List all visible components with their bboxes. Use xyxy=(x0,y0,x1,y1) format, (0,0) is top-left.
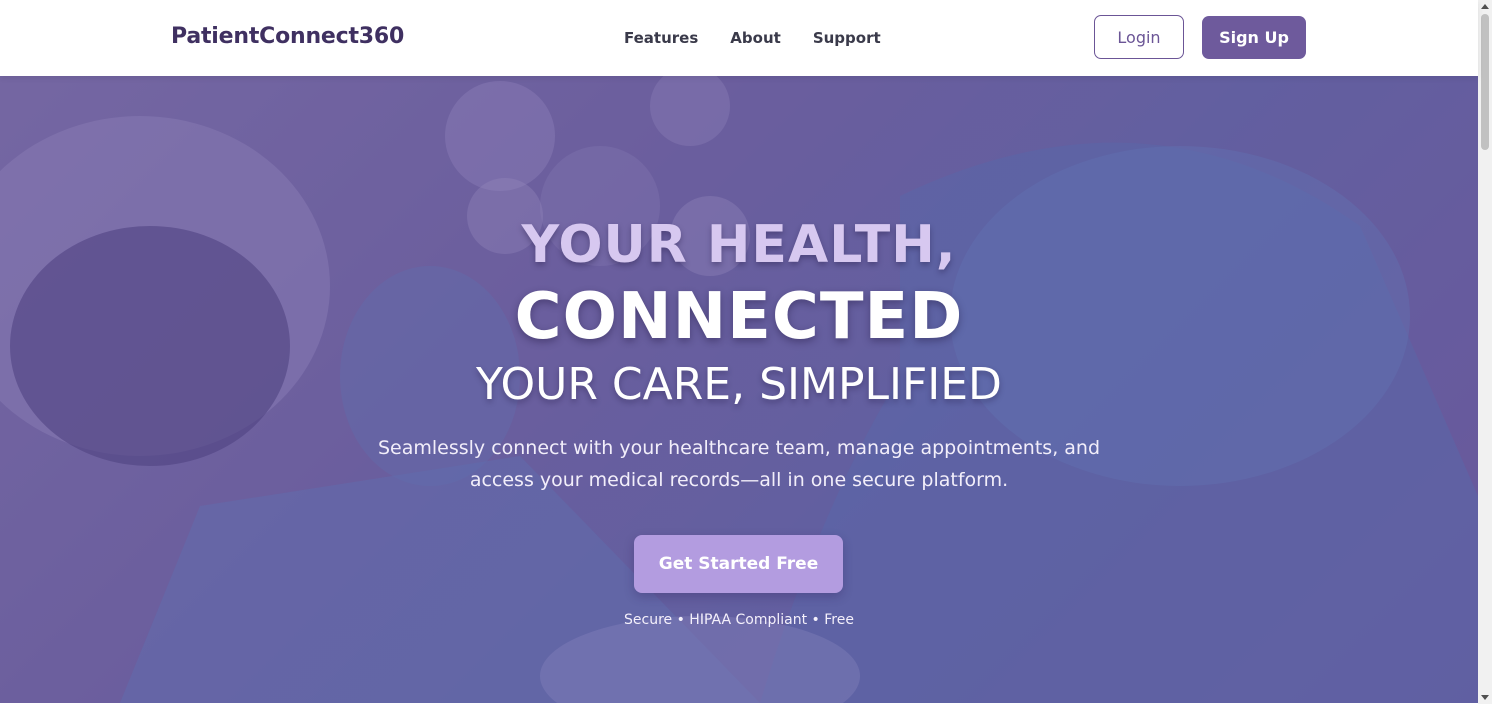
scroll-up-arrow-icon[interactable] xyxy=(1481,4,1489,9)
hero-headline-line3: YOUR CARE, SIMPLIFIED xyxy=(476,359,1002,410)
brand-logo[interactable]: PatientConnect360 xyxy=(171,24,404,49)
nav-links: Features About Support xyxy=(624,29,881,47)
trust-badges-text: Secure • HIPAA Compliant • Free xyxy=(624,612,854,628)
nav-link-support[interactable]: Support xyxy=(813,29,881,47)
signup-button[interactable]: Sign Up xyxy=(1202,16,1306,59)
page-scrollbar[interactable] xyxy=(1478,0,1492,704)
hero-headline-line1: YOUR HEALTH, xyxy=(521,215,957,275)
scrollbar-thumb[interactable] xyxy=(1481,14,1489,150)
top-navbar: PatientConnect360 Features About Support… xyxy=(0,0,1478,76)
nav-link-features[interactable]: Features xyxy=(624,29,698,47)
nav-link-about[interactable]: About xyxy=(730,29,781,47)
hero-section: YOUR HEALTH, CONNECTED YOUR CARE, SIMPLI… xyxy=(0,76,1478,703)
hero-description: Seamlessly connect with your healthcare … xyxy=(377,437,1101,491)
hero-headline-line2: CONNECTED xyxy=(514,280,964,354)
login-button[interactable]: Login xyxy=(1094,15,1184,59)
get-started-button[interactable]: Get Started Free xyxy=(634,535,843,593)
scroll-down-arrow-icon[interactable] xyxy=(1481,695,1489,700)
